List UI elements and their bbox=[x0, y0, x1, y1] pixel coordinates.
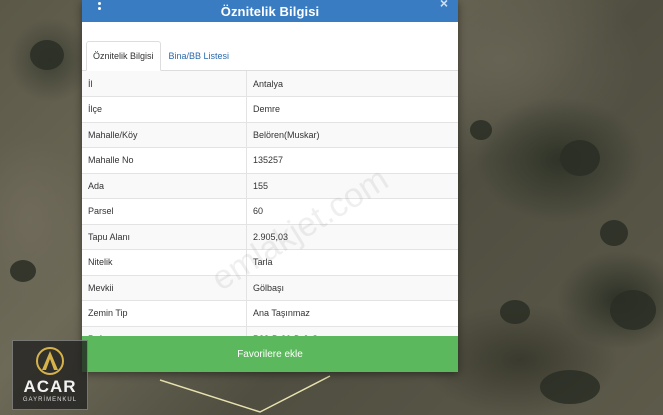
attribute-value: Demre bbox=[246, 96, 458, 122]
attribute-value: 155 bbox=[246, 172, 458, 199]
attribute-table: İl Antalya İlçe Demre Mahalle/Köy Belören(M… bbox=[82, 71, 458, 352]
table-row: Nitelik Tarla bbox=[82, 249, 458, 275]
table-row: Ada 155 bbox=[82, 172, 458, 199]
close-icon[interactable]: × bbox=[440, 0, 448, 11]
add-to-favorites-button[interactable]: Favorilere ekle bbox=[82, 336, 458, 372]
table-row: İl Antalya bbox=[82, 71, 458, 97]
table-row: İlçe Demre bbox=[82, 96, 458, 122]
table-row: Zemin Tip Ana Taşınmaz bbox=[82, 300, 458, 326]
attribute-key: Ada bbox=[82, 172, 247, 199]
attribute-key: Mahalle/Köy bbox=[82, 121, 247, 148]
attribute-key: Zemin Tip bbox=[82, 300, 247, 326]
attribute-value: 60 bbox=[246, 198, 458, 224]
logo-name: ACAR bbox=[23, 377, 77, 396]
attribute-key: İl bbox=[82, 71, 247, 97]
attribute-value: Ana Taşınmaz bbox=[246, 300, 458, 326]
more-vertical-icon[interactable] bbox=[96, 0, 102, 12]
attribute-key: Nitelik bbox=[82, 249, 247, 275]
panel-header: Öznitelik Bilgisi × bbox=[82, 0, 458, 22]
attribute-key: Mahalle No bbox=[82, 147, 247, 173]
table-row: Tapu Alanı 2.905,03 bbox=[82, 223, 458, 250]
logo-emblem-icon bbox=[36, 347, 64, 375]
attribute-value: Gölbaşı bbox=[246, 274, 458, 301]
attribute-value: 2.905,03 bbox=[246, 223, 458, 250]
table-row: Mahalle No 135257 bbox=[82, 147, 458, 173]
attribute-key: Parsel bbox=[82, 198, 247, 224]
attribute-value: 135257 bbox=[246, 147, 458, 173]
attribute-key: İlçe bbox=[82, 96, 247, 122]
attribute-value: Tarla bbox=[246, 249, 458, 275]
panel-tabs: Öznitelik Bilgisi Bina/BB Listesi bbox=[82, 32, 458, 71]
attribute-value: Belören(Muskar) bbox=[246, 121, 458, 148]
attribute-value: Antalya bbox=[246, 71, 458, 97]
table-row: Mevkii Gölbaşı bbox=[82, 274, 458, 301]
table-row: Parsel 60 bbox=[82, 198, 458, 224]
tab-building-list[interactable]: Bina/BB Listesi bbox=[163, 42, 236, 70]
attribute-key: Tapu Alanı bbox=[82, 223, 247, 250]
panel-title: Öznitelik Bilgisi bbox=[220, 3, 320, 19]
table-row: Mahalle/Köy Belören(Muskar) bbox=[82, 121, 458, 148]
company-logo: ACAR GAYRİMENKUL bbox=[12, 340, 88, 410]
tab-attribute-info[interactable]: Öznitelik Bilgisi bbox=[86, 41, 161, 71]
logo-subtitle: GAYRİMENKUL bbox=[22, 397, 78, 403]
attribute-key: Mevkii bbox=[82, 274, 247, 301]
attribute-info-panel: Öznitelik Bilgisi × Öznitelik Bilgisi Bi… bbox=[82, 0, 458, 372]
